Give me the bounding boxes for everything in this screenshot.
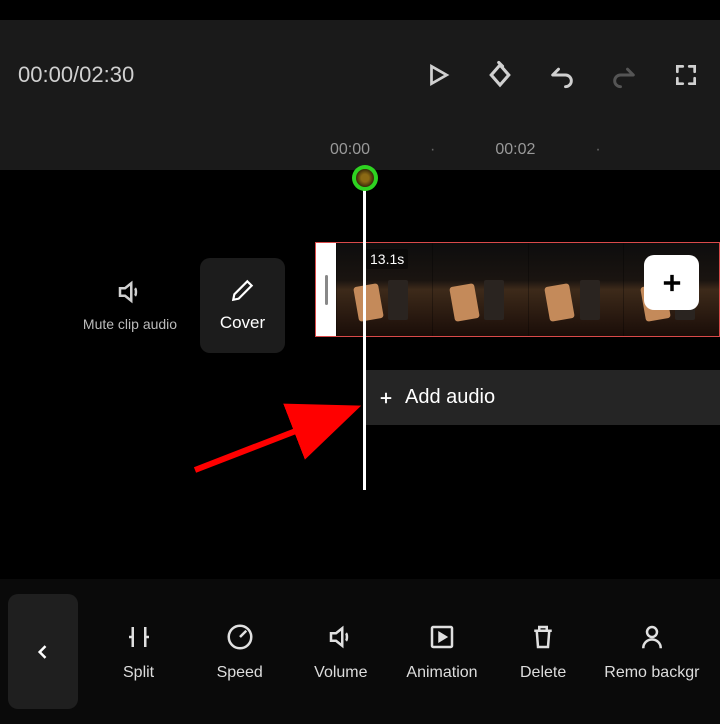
split-label: Split — [123, 664, 154, 682]
redo-icon — [610, 61, 638, 89]
ruler-dot: · — [430, 141, 435, 159]
playhead-marker[interactable] — [352, 165, 378, 191]
speed-tool[interactable]: Speed — [200, 622, 280, 682]
ruler-mark-0: 00:00 — [330, 141, 370, 159]
fullscreen-button[interactable] — [670, 59, 702, 91]
clip-duration-label: 13.1s — [366, 249, 408, 269]
person-icon — [637, 622, 667, 652]
remove-bg-tool[interactable]: Remo backgr — [604, 622, 699, 682]
pencil-icon — [230, 277, 256, 303]
timeline-ruler[interactable]: 00:00 · 00:02 · — [0, 130, 720, 170]
back-button[interactable] — [8, 594, 78, 709]
keyframe-button[interactable] — [484, 59, 516, 91]
undo-icon — [548, 61, 576, 89]
annotation-arrow — [190, 400, 370, 480]
plus-icon — [658, 269, 686, 297]
remove-bg-label: Remo backgr — [604, 664, 699, 682]
mute-audio-button[interactable]: Mute clip audio — [80, 277, 180, 333]
timeline-area: Mute clip audio Cover 13.1s Add audio — [0, 170, 720, 510]
bottom-toolbar: Split Speed Volume Animation Delete Remo… — [0, 579, 720, 724]
play-icon — [425, 62, 451, 88]
animation-tool[interactable]: Animation — [402, 622, 482, 682]
fullscreen-icon — [673, 62, 699, 88]
animation-label: Animation — [406, 664, 477, 682]
play-button[interactable] — [422, 59, 454, 91]
keyframe-icon — [485, 60, 515, 90]
tool-items: Split Speed Volume Animation Delete Remo… — [78, 622, 720, 682]
thumbnail-frame — [432, 243, 528, 336]
add-clip-button[interactable] — [644, 255, 699, 310]
ruler-dot: · — [595, 141, 600, 159]
volume-label: Volume — [314, 664, 367, 682]
playback-controls — [422, 59, 702, 91]
undo-button[interactable] — [546, 59, 578, 91]
thumbnail-frame — [528, 243, 624, 336]
clip-trim-handle-left[interactable] — [316, 243, 336, 336]
delete-label: Delete — [520, 664, 566, 682]
split-icon — [124, 622, 154, 652]
speed-label: Speed — [217, 664, 263, 682]
cover-button[interactable]: Cover — [200, 258, 285, 353]
volume-tool[interactable]: Volume — [301, 622, 381, 682]
split-tool[interactable]: Split — [99, 622, 179, 682]
add-audio-track[interactable]: Add audio — [365, 370, 720, 425]
video-clip[interactable]: 13.1s — [315, 242, 720, 337]
volume-icon — [326, 622, 356, 652]
playhead-line[interactable] — [363, 190, 366, 490]
animation-icon — [427, 622, 457, 652]
delete-tool[interactable]: Delete — [503, 622, 583, 682]
speed-icon — [225, 622, 255, 652]
cover-label: Cover — [220, 313, 265, 333]
timecode-display: 00:00/02:30 — [18, 62, 134, 88]
chevron-left-icon — [33, 642, 53, 662]
ruler-mark-1: 00:02 — [495, 141, 535, 159]
top-bar: 00:00/02:30 — [0, 20, 720, 130]
plus-icon — [377, 389, 395, 407]
delete-icon — [528, 622, 558, 652]
mute-audio-label: Mute clip audio — [83, 315, 177, 333]
add-audio-label: Add audio — [405, 386, 495, 409]
redo-button — [608, 59, 640, 91]
speaker-icon — [115, 277, 145, 307]
